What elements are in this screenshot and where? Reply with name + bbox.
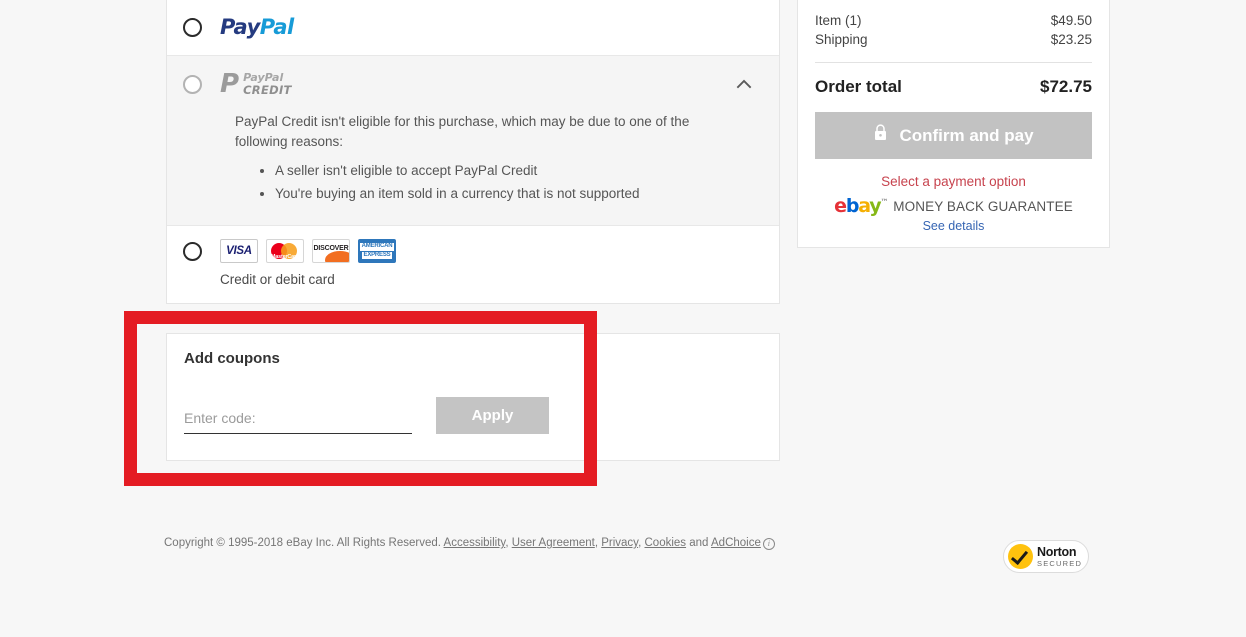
ineligible-reasons-list: A seller isn't eligible to accept PayPal… (235, 161, 763, 205)
guarantee-text: MONEY BACK GUARANTEE (893, 199, 1073, 214)
ebay-logo-y: y (869, 195, 881, 217)
credit-card-row-head: VISA MasterCard DISCOVER AMERICAN EXPRES… (183, 238, 763, 264)
amex-label-line1: AMERICAN (359, 243, 395, 251)
summary-item-value: $49.50 (1050, 13, 1092, 28)
information-icon[interactable]: i (762, 538, 775, 550)
radio-credit-card[interactable] (183, 241, 202, 261)
footer-sep: , (505, 537, 509, 549)
checkout-page: PayPal P PayPal CREDIT PayPal Credit isn… (0, 0, 1246, 637)
summary-shipping-value: $23.25 (1050, 32, 1092, 47)
order-total-value: $72.75 (1040, 77, 1092, 96)
paypal-credit-line2: CREDIT (243, 82, 292, 97)
paypal-row-head: PayPal (183, 0, 763, 55)
paypal-logo-part1: Pay (220, 14, 260, 39)
summary-shipping-label: Shipping (815, 32, 868, 47)
paypal-credit-wordmark: PayPal CREDIT (243, 72, 292, 96)
amex-label-line2: EXPRESS (361, 251, 393, 259)
ebay-trademark: ™ (880, 197, 888, 207)
see-details-link[interactable]: See details (815, 219, 1092, 233)
footer-sep: , (638, 537, 642, 549)
apply-coupon-button[interactable]: Apply (436, 397, 549, 434)
summary-line-shipping: Shipping $23.25 (815, 30, 1092, 49)
ebay-logo-b: b (845, 195, 860, 217)
copyright-text: Copyright © 1995-2018 eBay Inc. All Righ… (164, 537, 441, 549)
card-logos: VISA MasterCard DISCOVER AMERICAN EXPRES… (220, 239, 396, 263)
paypal-credit-mark-icon: P (220, 69, 240, 99)
radio-paypal[interactable] (183, 17, 202, 37)
norton-label: Norton (1037, 545, 1077, 559)
coupons-title: Add coupons (184, 350, 280, 367)
payment-methods-panel: PayPal P PayPal CREDIT PayPal Credit isn… (166, 0, 780, 304)
radio-paypal-credit[interactable] (183, 74, 202, 94)
footer-link-privacy[interactable]: Privacy (601, 537, 638, 549)
coupon-code-input[interactable] (184, 407, 412, 434)
paypal-credit-row-head: P PayPal CREDIT (183, 56, 763, 112)
chevron-up-icon[interactable] (733, 74, 755, 96)
mastercard-label: MasterCard (270, 254, 300, 260)
paypal-credit-logo: P PayPal CREDIT (220, 71, 292, 97)
footer-link-adchoice[interactable]: AdChoice (711, 537, 761, 549)
credit-card-caption: Credit or debit card (220, 272, 335, 287)
footer: Copyright © 1995-2018 eBay Inc. All Righ… (164, 537, 775, 550)
footer-link-user-agreement[interactable]: User Agreement (512, 537, 595, 549)
check-badge-icon (1008, 544, 1033, 569)
payment-option-paypal-credit[interactable]: P PayPal CREDIT PayPal Credit isn't elig… (167, 56, 779, 226)
norton-secured-label: SECURED (1037, 558, 1083, 568)
ebay-logo-e: e (834, 195, 847, 217)
list-item: A seller isn't eligible to accept PayPal… (275, 161, 763, 181)
select-payment-warning: Select a payment option (881, 174, 1026, 189)
payment-option-credit-card[interactable]: VISA MasterCard DISCOVER AMERICAN EXPRES… (167, 226, 779, 303)
credit-card-block: VISA MasterCard DISCOVER AMERICAN EXPRES… (183, 226, 763, 303)
coupon-form: Apply (184, 397, 779, 434)
summary-item-label: Item (1) (815, 13, 862, 28)
discover-icon: DISCOVER (312, 239, 350, 263)
payment-option-paypal[interactable]: PayPal (167, 0, 779, 56)
ineligible-text: PayPal Credit isn't eligible for this pu… (235, 114, 690, 150)
mastercard-icon: MasterCard (266, 239, 304, 263)
ebay-logo: ebay™ (834, 195, 888, 217)
visa-icon: VISA (220, 239, 258, 263)
paypal-credit-ineligible-message: PayPal Credit isn't eligible for this pu… (183, 112, 763, 225)
paypal-logo: PayPal (220, 14, 294, 39)
paypal-logo-part2: Pal (259, 14, 294, 39)
money-back-guarantee: ebay™ MONEY BACK GUARANTEE (815, 197, 1092, 216)
order-summary-panel: Item (1) $49.50 Shipping $23.25 Order to… (797, 0, 1110, 248)
footer-link-accessibility[interactable]: Accessibility (444, 537, 506, 549)
list-item: You're buying an item sold in a currency… (275, 184, 763, 204)
summary-line-item: Item (1) $49.50 (815, 0, 1092, 30)
footer-and-word: and (689, 537, 709, 549)
footer-sep: , (594, 537, 599, 549)
paypal-credit-line1: PayPal (243, 71, 284, 85)
order-total-row: Order total $72.75 (815, 63, 1092, 97)
ebay-logo-a: a (858, 195, 870, 217)
add-coupons-panel: Add coupons Apply (166, 333, 780, 461)
order-total-label: Order total (815, 77, 902, 96)
footer-link-cookies[interactable]: Cookies (645, 537, 687, 549)
amex-icon: AMERICAN EXPRESS (358, 239, 396, 263)
confirm-and-pay-button[interactable]: Confirm and pay (815, 112, 1092, 159)
norton-secured-badge: Norton SECURED (1003, 540, 1089, 573)
confirm-and-pay-label: Confirm and pay (899, 125, 1034, 145)
lock-icon (873, 124, 888, 147)
